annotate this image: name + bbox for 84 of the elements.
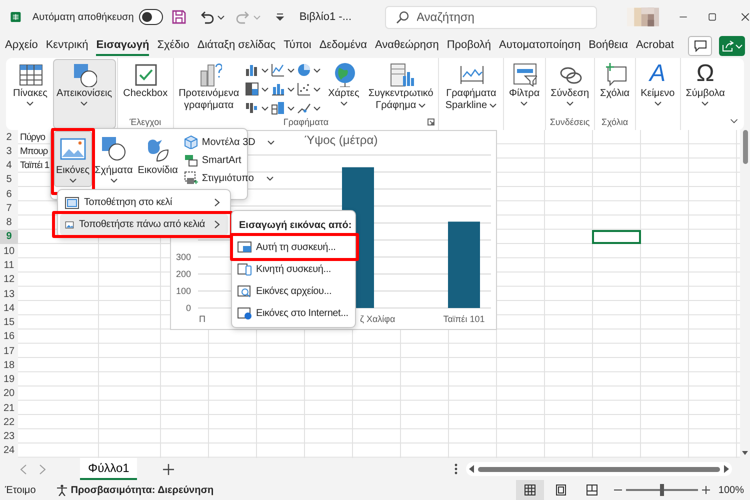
row-header[interactable]: 23	[0, 430, 18, 444]
group-label: Έλεγχοι	[130, 117, 162, 128]
ribbon-button[interactable]: Γραφήματα Sparkline	[440, 59, 502, 113]
menu-tab[interactable]: Βοήθεια	[588, 36, 628, 56]
row-header[interactable]: 24	[0, 444, 18, 458]
row-header[interactable]: 3	[0, 144, 18, 159]
row-header[interactable]: 15	[0, 315, 18, 330]
row-header[interactable]: 19	[0, 372, 18, 387]
row-header[interactable]: 11	[0, 258, 18, 273]
chart-title: Ύψος (μέτρα)	[304, 133, 378, 147]
row-header[interactable]: 13	[0, 286, 18, 302]
menu-tab[interactable]: Διάταξη σελίδας	[197, 36, 276, 56]
row-header[interactable]: 5	[0, 172, 18, 188]
menu-tab[interactable]: Δεδομένα	[319, 36, 367, 56]
autosave-label: Αυτόματη αποθήκευση	[32, 12, 134, 22]
status-text: Έτοιμο	[5, 484, 36, 496]
axis-label: 100	[176, 286, 191, 296]
gallery-item[interactable]: SmartArt	[184, 153, 276, 167]
ribbon-button[interactable]: Σχόλια	[596, 59, 634, 101]
row-header[interactable]: 22	[0, 415, 18, 430]
menu-heading: Εισαγωγή εικόνας από:	[238, 219, 353, 233]
document-title: Βιβλίο1 -...	[299, 11, 352, 23]
row-header[interactable]: 2	[0, 130, 18, 144]
row-header[interactable]: 6	[0, 187, 18, 202]
cell-text[interactable]: Πύργο	[18, 130, 45, 144]
menu-tab[interactable]: Αυτοματοποίηση	[499, 36, 581, 56]
ribbon-button[interactable]: Checkbox	[119, 59, 172, 101]
ribbon-button[interactable]: Συγκεντρωτικό Γράφημα	[364, 59, 438, 113]
menu-tab[interactable]: Acrobat	[636, 36, 674, 56]
menu-tab[interactable]: Προβολή	[446, 36, 492, 56]
symbol-icon: Ω	[696, 61, 714, 87]
gallery-button[interactable]: Σχήματα	[92, 131, 135, 187]
cell-text[interactable]: Ταϊπέι 1	[18, 158, 50, 173]
axis-label: 300	[176, 252, 191, 262]
menu-item[interactable]: Εικόνες στο Internet...	[234, 302, 353, 324]
row-header[interactable]: 7	[0, 201, 18, 216]
menu-item[interactable]: Εικόνες αρχείου...	[234, 280, 353, 302]
gallery-item[interactable]: Μοντέλα 3D	[184, 135, 276, 149]
ribbon-button[interactable]: Χάρτες	[324, 59, 364, 107]
axis-label: Ταϊπέι 101	[443, 314, 485, 324]
row-header[interactable]: 16	[0, 330, 18, 344]
menu-tab[interactable]: Αναθεώρηση	[374, 36, 439, 56]
cell-text[interactable]: Μπουρ	[18, 144, 48, 159]
menu-tab[interactable]: Τύποι	[284, 36, 312, 56]
accessibility-status[interactable]: Προσβασιμότητα: Διερεύνηση	[70, 484, 214, 496]
sheet-tab[interactable]: Φύλλο1	[80, 458, 138, 480]
gallery-button[interactable]: Εικονίδια	[136, 131, 180, 187]
axis-label: Π	[199, 314, 206, 324]
gallery-item[interactable]: Στιγμιότυπο	[184, 171, 276, 185]
group-label: Γραφήματα	[283, 117, 329, 128]
row-header[interactable]: 8	[0, 216, 18, 230]
ribbon-button[interactable]: A Κείμενο	[636, 59, 679, 107]
menu-item[interactable]: Τοποθέτηση στο κελί	[60, 192, 228, 213]
search-field[interactable]: Αναζήτηση	[384, 6, 597, 28]
row-header[interactable]: 20	[0, 386, 18, 402]
zoom-level: 100%	[718, 484, 744, 496]
row-header[interactable]: 21	[0, 401, 18, 416]
menu-tab[interactable]: Αρχείο	[5, 36, 38, 56]
menu-item[interactable]: Τοποθετήστε πάνω από κελιά	[60, 214, 228, 235]
axis-label: 200	[176, 269, 191, 279]
menu-tab[interactable]: Σχέδιο	[157, 36, 190, 56]
row-header[interactable]: 18	[0, 358, 18, 373]
gallery-button[interactable]: Εικόνες	[54, 131, 92, 187]
group-label: Σχόλια	[602, 117, 628, 128]
group-label: Συνδέσεις	[550, 117, 590, 128]
ribbon-button[interactable]: Πίνακες	[9, 59, 52, 107]
menu-tab[interactable]: Εισαγωγή	[96, 36, 150, 56]
ribbon-button[interactable]: Προτεινόμενα γραφήματα	[174, 59, 244, 113]
row-header[interactable]: 14	[0, 301, 18, 316]
ribbon-button[interactable]: Σύνδεση	[546, 59, 594, 107]
menu-tab[interactable]: Κεντρική	[46, 36, 88, 56]
axis-label: ζ Χαλίφα	[360, 314, 396, 324]
menu-item[interactable]: Αυτή τη συσκευή...	[234, 236, 353, 258]
ribbon-button[interactable]: Ω Σύμβολα	[682, 59, 729, 107]
row-header[interactable]: 12	[0, 272, 18, 287]
text-icon: A	[650, 61, 666, 87]
ribbon-button[interactable]: Φίλτρα	[504, 59, 544, 107]
ribbon-button[interactable]: Απεικονίσεις	[52, 59, 116, 129]
row-header[interactable]: 10	[0, 244, 18, 258]
menu-item[interactable]: Κινητή συσκευή...	[234, 258, 353, 280]
row-header[interactable]: 9	[0, 230, 18, 244]
row-header[interactable]: 4	[0, 158, 18, 173]
axis-label: 0	[186, 303, 191, 313]
row-header[interactable]: 17	[0, 344, 18, 358]
